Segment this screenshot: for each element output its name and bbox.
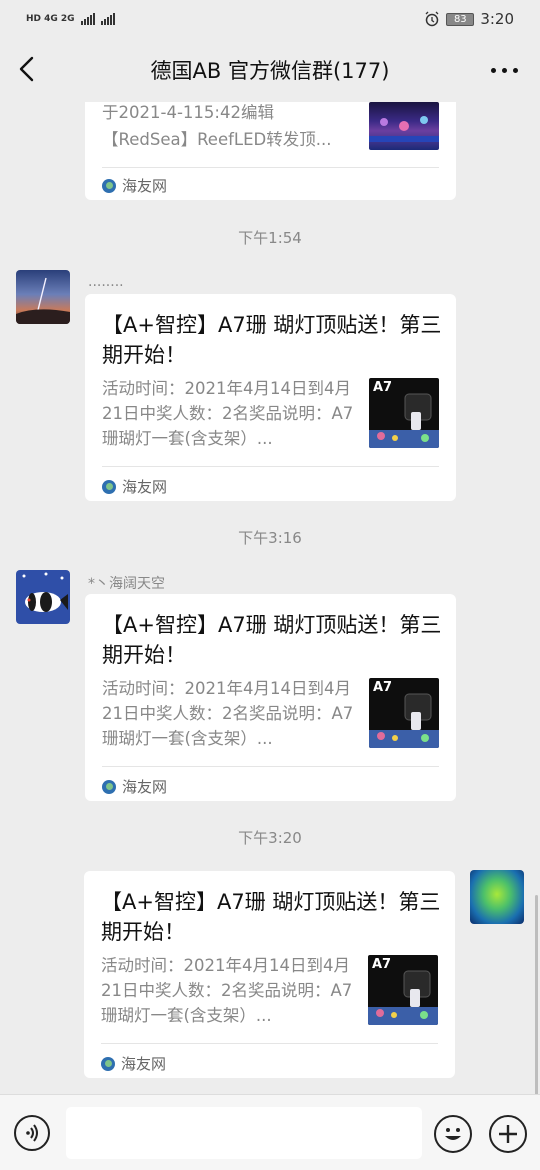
voice-icon[interactable] (14, 1115, 50, 1151)
link-card[interactable]: 于2021-4-115:42编辑 【RedSea】ReefLED转发顶... 海… (85, 102, 456, 200)
avatar[interactable] (16, 570, 70, 624)
thumbnail-label: A7 (372, 957, 392, 972)
source-logo-icon (102, 779, 116, 794)
avatar[interactable] (470, 870, 524, 924)
chat-title: 德国AB 官方微信群(177) (150, 59, 390, 83)
card-source-label: 海友网 (122, 478, 168, 496)
card-source-label: 海友网 (122, 778, 168, 796)
card-source-label: 海友网 (122, 177, 168, 195)
back-icon[interactable] (14, 54, 42, 84)
status-right: 83 3:20 (424, 10, 514, 28)
timestamp: 下午1:54 (238, 229, 302, 247)
signal-icon-2 (100, 13, 115, 25)
source-logo-icon (102, 178, 116, 193)
card-source: 海友网 (101, 1053, 166, 1074)
alarm-icon (425, 11, 439, 27)
sender-name: ........ (88, 274, 124, 290)
timestamp: 下午3:20 (238, 829, 302, 847)
card-source-label: 海友网 (121, 1055, 167, 1073)
card-source: 海友网 (102, 776, 167, 797)
card-title: 【A+智控】A7珊 瑚灯顶贴送！第三期开始！ (102, 313, 442, 367)
card-title: 【A+智控】A7珊 瑚灯顶贴送！第三期开始！ (102, 613, 442, 667)
status-network-text: HD 4G 2G (26, 14, 75, 24)
input-bar (0, 1094, 540, 1170)
card-thumbnail: A7 (369, 378, 439, 448)
chat-area[interactable]: 于2021-4-115:42编辑 【RedSea】ReefLED转发顶... 海… (0, 102, 540, 1094)
card-divider (102, 167, 439, 168)
message-input[interactable] (66, 1107, 422, 1159)
card-thumbnail: A7 (368, 955, 438, 1025)
card-desc-line2: 【RedSea】ReefLED转发顶... (102, 130, 332, 149)
status-bar: HD 4G 2G 83 3:20 (0, 0, 540, 38)
timestamp: 下午3:16 (238, 529, 302, 547)
source-logo-icon (101, 1056, 115, 1071)
card-divider (102, 466, 439, 467)
status-left: HD 4G 2G (26, 13, 115, 25)
thumbnail-label: A7 (373, 380, 393, 395)
card-thumbnail (369, 102, 439, 150)
scrollbar[interactable] (535, 895, 538, 1094)
card-desc: 活动时间：2021年4月14日到4月21日中奖人数：2名奖品说明：A7珊瑚灯一套… (101, 956, 353, 1025)
avatar[interactable] (16, 270, 70, 324)
battery-icon: 83 (446, 12, 475, 26)
thumbnail-label: A7 (373, 680, 393, 695)
link-card[interactable]: 【A+智控】A7珊 瑚灯顶贴送！第三期开始！ 活动时间：2021年4月14日到4… (84, 871, 455, 1078)
link-card[interactable]: 【A+智控】A7珊 瑚灯顶贴送！第三期开始！ 活动时间：2021年4月14日到4… (85, 294, 456, 501)
card-source: 海友网 (102, 476, 167, 497)
sender-name: *丶海阔天空 (88, 576, 165, 592)
card-desc: 活动时间：2021年4月14日到4月21日中奖人数：2名奖品说明：A7珊瑚灯一套… (102, 679, 354, 748)
emoji-icon[interactable] (434, 1115, 472, 1153)
plus-icon[interactable] (489, 1115, 527, 1153)
link-card[interactable]: 【A+智控】A7珊 瑚灯顶贴送！第三期开始！ 活动时间：2021年4月14日到4… (85, 594, 456, 801)
source-logo-icon (102, 479, 116, 494)
chat-header: 德国AB 官方微信群(177) (0, 38, 540, 102)
card-source: 海友网 (102, 175, 167, 196)
card-title: 【A+智控】A7珊 瑚灯顶贴送！第三期开始！ (101, 890, 441, 944)
signal-icon (80, 13, 95, 25)
card-thumbnail: A7 (369, 678, 439, 748)
card-desc: 活动时间：2021年4月14日到4月21日中奖人数：2名奖品说明：A7珊瑚灯一套… (102, 379, 354, 448)
card-divider (102, 766, 439, 767)
card-desc-line1: 于2021-4-115:42编辑 (102, 103, 274, 122)
status-time: 3:20 (480, 10, 514, 28)
more-icon[interactable] (491, 68, 518, 73)
card-divider (101, 1043, 438, 1044)
